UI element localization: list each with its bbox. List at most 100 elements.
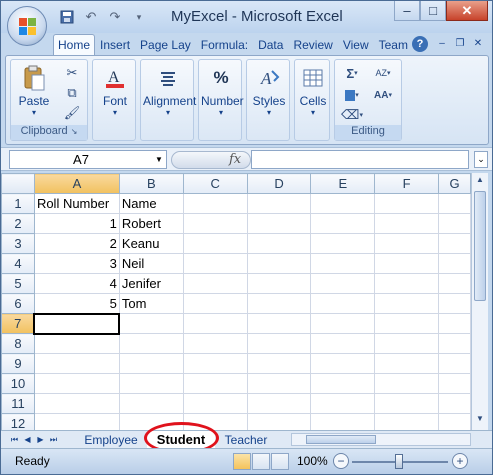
cell-b[interactable] bbox=[118, 413, 184, 430]
last-sheet-icon[interactable]: ⏭ bbox=[48, 433, 59, 446]
column-header[interactable]: G bbox=[438, 173, 471, 194]
row-header[interactable]: 2 bbox=[1, 213, 35, 234]
dialog-launcher-icon[interactable]: ↘ bbox=[71, 127, 78, 136]
cell-empty[interactable] bbox=[438, 293, 471, 314]
next-sheet-icon[interactable]: ▶ bbox=[35, 433, 46, 446]
cell-empty[interactable] bbox=[310, 213, 376, 234]
close-button[interactable]: ✕ bbox=[446, 1, 488, 21]
help-icon[interactable]: ? bbox=[412, 36, 428, 52]
column-header[interactable]: D bbox=[246, 173, 312, 194]
undo-icon[interactable]: ↶ bbox=[81, 8, 101, 26]
cell-empty[interactable] bbox=[246, 273, 312, 294]
row-header[interactable]: 1 bbox=[1, 193, 35, 214]
tab-home[interactable]: Home bbox=[53, 34, 96, 55]
cell-empty[interactable] bbox=[438, 373, 471, 394]
sheet-tab-teacher[interactable]: Teacher bbox=[217, 431, 275, 448]
column-header[interactable]: A bbox=[33, 173, 120, 194]
row-header[interactable]: 6 bbox=[1, 293, 35, 314]
cell-empty[interactable] bbox=[246, 193, 312, 214]
cell-empty[interactable] bbox=[374, 193, 440, 214]
workbook-minimize-icon[interactable]: – bbox=[434, 35, 450, 51]
cell-b[interactable] bbox=[118, 333, 184, 354]
cell-empty[interactable] bbox=[182, 413, 248, 430]
tab-team[interactable]: Team bbox=[374, 34, 413, 55]
row-header[interactable]: 3 bbox=[1, 233, 35, 254]
cell-empty[interactable] bbox=[182, 273, 248, 294]
cell-a[interactable] bbox=[33, 312, 121, 335]
scroll-up-icon[interactable]: ▲ bbox=[474, 175, 486, 189]
column-header[interactable]: B bbox=[118, 173, 184, 194]
column-header[interactable]: F bbox=[374, 173, 440, 194]
cell-empty[interactable] bbox=[374, 253, 440, 274]
cell-empty[interactable] bbox=[438, 273, 471, 294]
cell-empty[interactable] bbox=[182, 193, 248, 214]
first-sheet-icon[interactable]: ⏮ bbox=[9, 433, 20, 446]
cell-empty[interactable] bbox=[374, 213, 440, 234]
cell-a[interactable]: 5 bbox=[33, 293, 120, 314]
zoom-level[interactable]: 100% bbox=[297, 454, 328, 468]
cell-empty[interactable] bbox=[438, 353, 471, 374]
cell-b[interactable]: Jenifer bbox=[118, 273, 184, 294]
cell-empty[interactable] bbox=[310, 393, 376, 414]
cell-a[interactable]: 1 bbox=[33, 213, 120, 234]
cell-empty[interactable] bbox=[182, 373, 248, 394]
cell-empty[interactable] bbox=[438, 333, 471, 354]
cell-b[interactable] bbox=[118, 313, 184, 334]
format-painter-icon[interactable]: 🖌 bbox=[63, 104, 81, 122]
cell-empty[interactable] bbox=[374, 233, 440, 254]
tab-review[interactable]: Review bbox=[288, 34, 337, 55]
sheet-tab-student[interactable]: Student bbox=[147, 431, 215, 448]
cell-empty[interactable] bbox=[246, 333, 312, 354]
cell-empty[interactable] bbox=[246, 413, 312, 430]
sort-filter-icon[interactable]: AZ ▾ bbox=[369, 64, 397, 82]
cell-a[interactable] bbox=[33, 393, 120, 414]
cell-empty[interactable] bbox=[310, 353, 376, 374]
row-header[interactable]: 4 bbox=[1, 253, 35, 274]
row-header[interactable]: 5 bbox=[1, 273, 35, 294]
cell-b[interactable] bbox=[118, 353, 184, 374]
cell-a[interactable] bbox=[33, 333, 120, 354]
cells-group[interactable]: Cells ▾ bbox=[294, 59, 330, 141]
cell-a[interactable] bbox=[33, 373, 120, 394]
customize-qat-icon[interactable]: ▾ bbox=[129, 8, 149, 26]
column-header[interactable]: C bbox=[182, 173, 248, 194]
fill-icon[interactable]: ▾ bbox=[339, 86, 365, 104]
cell-empty[interactable] bbox=[438, 393, 471, 414]
cell-b[interactable] bbox=[118, 373, 184, 394]
workbook-close-icon[interactable]: ✕ bbox=[470, 35, 486, 51]
minimize-button[interactable]: – bbox=[394, 1, 420, 21]
cell-a[interactable]: 4 bbox=[33, 273, 120, 294]
page-layout-view-icon[interactable] bbox=[252, 453, 270, 470]
expand-formula-bar-icon[interactable]: ⌄ bbox=[474, 151, 488, 168]
row-header[interactable]: 12 bbox=[1, 413, 35, 430]
cell-empty[interactable] bbox=[438, 233, 471, 254]
cells-button[interactable]: Cells ▾ bbox=[295, 64, 331, 117]
row-header[interactable]: 8 bbox=[1, 333, 35, 354]
scroll-down-icon[interactable]: ▼ bbox=[474, 414, 486, 428]
find-select-icon[interactable]: AA ▾ bbox=[369, 86, 397, 104]
cell-empty[interactable] bbox=[246, 313, 312, 334]
styles-button[interactable]: A Styles ▾ bbox=[249, 64, 289, 117]
normal-view-icon[interactable] bbox=[233, 453, 251, 470]
cell-empty[interactable] bbox=[182, 333, 248, 354]
paste-dropdown-icon[interactable]: ▾ bbox=[15, 108, 53, 117]
clear-icon[interactable]: ⌫ ▾ bbox=[339, 106, 365, 124]
cell-empty[interactable] bbox=[374, 413, 440, 430]
number-button[interactable]: % Number ▾ bbox=[201, 64, 244, 117]
row-header[interactable]: 9 bbox=[1, 353, 35, 374]
cell-b[interactable]: Robert bbox=[118, 213, 184, 234]
page-break-view-icon[interactable] bbox=[271, 453, 289, 470]
cell-b[interactable]: Name bbox=[118, 193, 184, 214]
cell-empty[interactable] bbox=[374, 353, 440, 374]
tab-formulas[interactable]: Formula: bbox=[196, 34, 253, 55]
cell-b[interactable]: Keanu bbox=[118, 233, 184, 254]
workbook-restore-icon[interactable]: ❐ bbox=[452, 35, 468, 51]
cell-empty[interactable] bbox=[310, 313, 376, 334]
cell-empty[interactable] bbox=[438, 313, 471, 334]
cell-empty[interactable] bbox=[310, 193, 376, 214]
formula-input[interactable] bbox=[251, 150, 469, 169]
zoom-slider-thumb[interactable] bbox=[395, 454, 403, 469]
cell-empty[interactable] bbox=[374, 373, 440, 394]
cell-empty[interactable] bbox=[182, 253, 248, 274]
cell-empty[interactable] bbox=[438, 213, 471, 234]
